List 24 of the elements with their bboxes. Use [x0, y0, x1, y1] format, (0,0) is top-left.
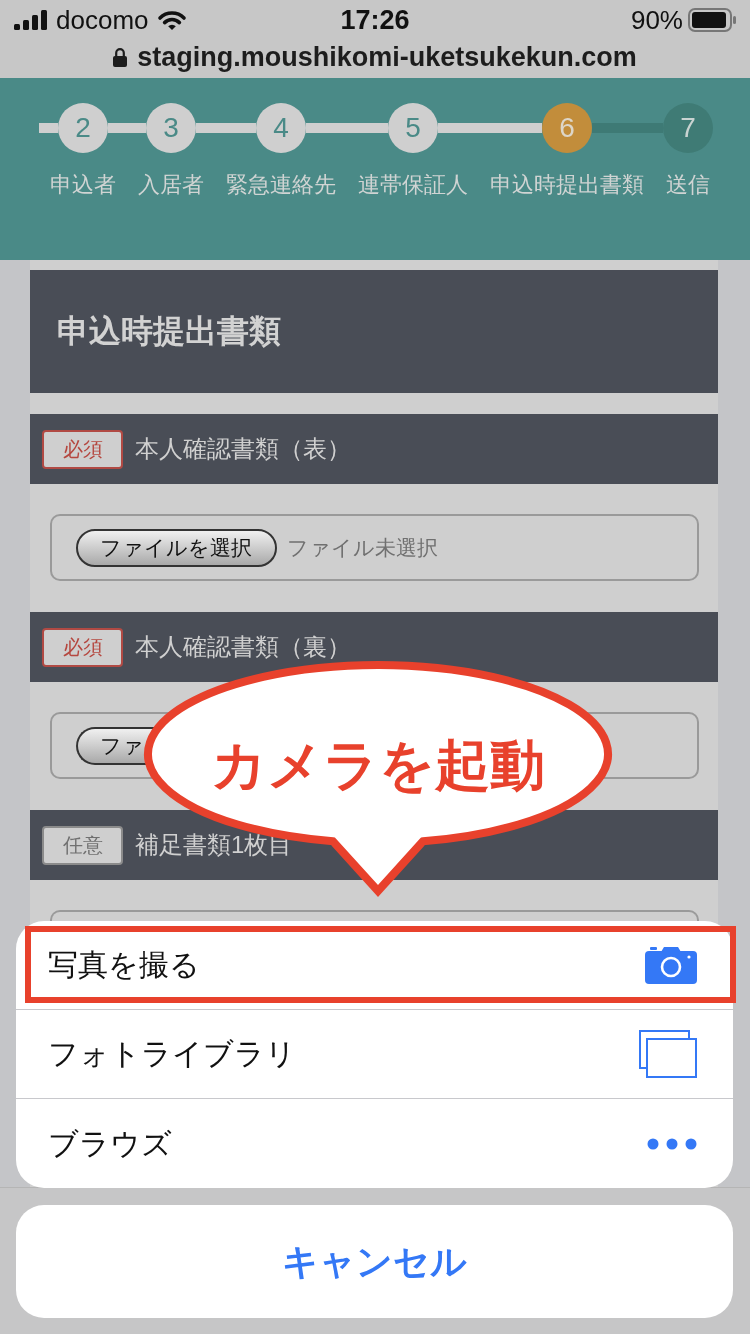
step-indicator: 5 — [388, 103, 438, 153]
step-label: 申込者 — [50, 172, 116, 199]
carrier-name: docomo — [56, 7, 149, 33]
document-label: 本人確認書類（表） — [135, 434, 351, 464]
page-title: 申込時提出書類 — [57, 312, 281, 351]
step-label: 連帯保証人 — [358, 172, 468, 199]
step-label: 入居者 — [138, 172, 204, 199]
page-url: staging.moushikomi-uketsukekun.com — [137, 43, 637, 71]
step-label: 申込時提出書類 — [490, 172, 644, 199]
step-indicator: 2 — [58, 103, 108, 153]
status-tag: 必須 — [42, 429, 123, 469]
callout-text: カメラを起動 — [211, 734, 545, 796]
clock-time: 17:26 — [340, 6, 410, 34]
step-label: 送信 — [666, 172, 710, 199]
document-label: 本人確認書類（裏） — [135, 632, 351, 662]
step-indicator: 4 — [256, 103, 306, 153]
status-tag: 任意 — [42, 825, 123, 865]
file-status-text: ファイル未選択 — [287, 534, 438, 561]
step-indicator: 7 — [663, 103, 713, 153]
step-label: 緊急連絡先 — [226, 172, 336, 199]
status-tag: 必須 — [42, 627, 123, 667]
step-indicator: 3 — [146, 103, 196, 153]
battery-percent: 90% — [630, 7, 683, 33]
step-indicator: 6 — [542, 103, 592, 153]
